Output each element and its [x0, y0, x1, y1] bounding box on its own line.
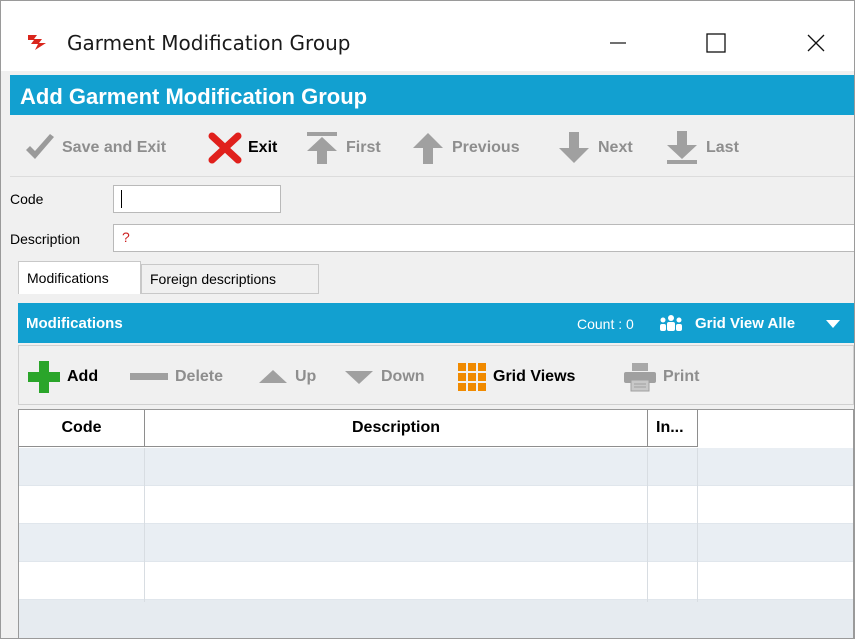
next-button[interactable]: Next [556, 131, 633, 165]
plus-icon [28, 361, 60, 393]
last-button[interactable]: Last [664, 131, 739, 165]
description-input[interactable]: ? [113, 224, 854, 252]
printer-icon [624, 363, 656, 392]
maximize-icon [706, 33, 726, 53]
modifications-toolbar: Add Delete Up Down Grid Views Print [18, 345, 854, 405]
close-icon [807, 34, 825, 52]
description-label: Description [10, 231, 81, 247]
table-row[interactable] [19, 600, 853, 638]
code-input[interactable] [113, 185, 281, 213]
up-button[interactable]: Up [257, 360, 316, 394]
first-button[interactable]: First [304, 131, 381, 165]
minimize-button[interactable] [596, 25, 640, 61]
up-label: Up [295, 368, 317, 385]
down-label: Down [381, 368, 425, 385]
people-icon [660, 315, 682, 331]
previous-label: Previous [452, 139, 520, 156]
triangle-down-icon [345, 371, 373, 384]
x-icon [208, 132, 242, 164]
column-divider [697, 448, 698, 602]
app-logo-icon [28, 35, 46, 50]
column-divider [647, 448, 648, 602]
column-divider [144, 448, 145, 602]
grid-view-selector[interactable]: Grid View Alle [695, 315, 795, 332]
save-and-exit-button[interactable]: Save and Exit [24, 131, 166, 165]
page-title: Add Garment Modification Group [20, 84, 368, 109]
down-button[interactable]: Down [343, 360, 425, 394]
column-header-description-label: Description [351, 419, 440, 436]
grid-views-button[interactable]: Grid Views [457, 360, 575, 394]
triangle-up-icon [259, 370, 287, 383]
first-label: First [346, 139, 381, 156]
delete-label: Delete [175, 368, 224, 385]
minimize-icon [610, 42, 626, 44]
window-title: Garment Modification Group [67, 31, 351, 55]
column-header-in-label: In... [656, 419, 684, 436]
code-label: Code [10, 191, 44, 207]
page-header: Add Garment Modification Group [10, 75, 854, 115]
tab-modifications-label: Modifications [27, 270, 109, 286]
next-label: Next [598, 139, 633, 156]
column-header-code-label: Code [61, 419, 102, 436]
close-button[interactable] [794, 25, 838, 61]
arrow-down-bar-icon [667, 131, 697, 164]
arrow-up-icon [413, 133, 443, 164]
grid-icon [458, 363, 486, 391]
window: Garment Modification Group Add Garment M… [0, 0, 855, 639]
print-label: Print [663, 368, 700, 385]
arrow-down-icon [559, 132, 589, 163]
modifications-title: Modifications [26, 315, 123, 332]
delete-button[interactable]: Delete [129, 360, 223, 394]
maximize-button[interactable] [694, 25, 738, 61]
text-caret [121, 190, 122, 208]
modifications-header: Modifications Count : 0 Grid View Alle [18, 303, 854, 343]
print-button[interactable]: Print [623, 360, 699, 394]
previous-button[interactable]: Previous [410, 131, 520, 165]
tab-foreign-descriptions-label: Foreign descriptions [150, 271, 277, 287]
tab-modifications[interactable]: Modifications [18, 261, 141, 294]
last-label: Last [706, 139, 739, 156]
exit-button[interactable]: Exit [208, 131, 277, 165]
main-toolbar: Save and Exit Exit First Previous Next L… [10, 117, 854, 177]
tab-foreign-descriptions[interactable]: Foreign descriptions [141, 264, 319, 294]
column-header-in[interactable]: In... [648, 410, 698, 447]
add-button[interactable]: Add [27, 360, 98, 394]
save-and-exit-label: Save and Exit [62, 139, 167, 156]
grid-views-label: Grid Views [493, 368, 576, 385]
chevron-down-icon[interactable] [825, 319, 841, 329]
arrow-up-bar-icon [307, 132, 337, 164]
add-label: Add [67, 368, 99, 385]
record-count: Count : 0 [577, 316, 634, 332]
title-bar: Garment Modification Group [1, 1, 854, 71]
exit-label: Exit [248, 139, 278, 156]
minus-icon [130, 373, 168, 380]
grid-header: Code Description In... [19, 410, 698, 448]
description-value: ? [122, 229, 130, 245]
check-icon [26, 134, 54, 159]
column-header-code[interactable]: Code [19, 410, 145, 447]
modifications-grid: Code Description In... [18, 409, 854, 638]
column-header-description[interactable]: Description [145, 410, 648, 447]
